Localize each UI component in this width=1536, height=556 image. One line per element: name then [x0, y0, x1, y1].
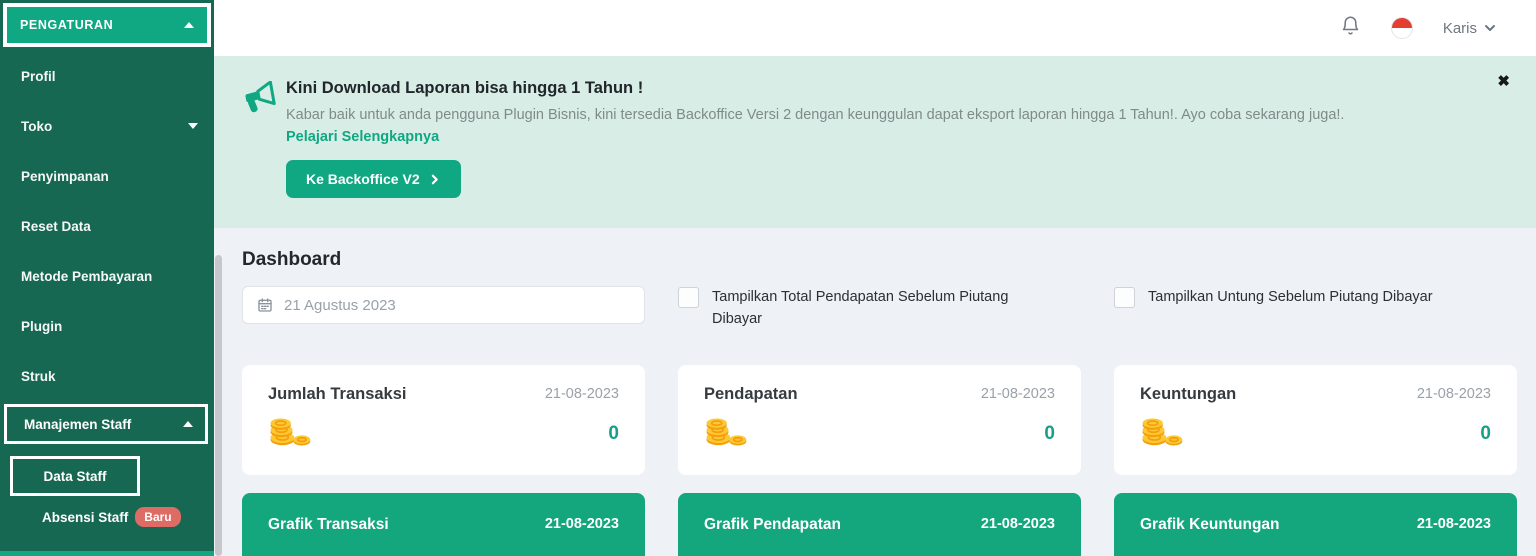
backoffice-v2-button[interactable]: Ke Backoffice V2 [286, 160, 461, 198]
checkbox-label: Tampilkan Total Pendapatan Sebelum Piuta… [712, 289, 1009, 328]
sidebar-item-absensi-staff[interactable]: Absensi Staff Baru [0, 507, 214, 527]
sidebar-item-struk[interactable]: Struk [0, 351, 214, 401]
sidebar-item-toko[interactable]: Toko [0, 101, 214, 151]
topbar: Karis [214, 0, 1536, 56]
learn-more-link[interactable]: Pelajari Selengkapnya [286, 129, 439, 145]
sidebar-item-label: Penyimpanan [21, 168, 109, 184]
checkbox-untung-box[interactable] [1114, 287, 1135, 308]
chart-date: 21-08-2023 [980, 515, 1055, 532]
sidebar-item-label: Metode Pembayaran [21, 268, 153, 284]
card-date: 21-08-2023 [1416, 386, 1491, 403]
coins-icon [704, 417, 748, 452]
new-badge: Baru [135, 507, 181, 527]
backoffice-v2-button-label: Ke Backoffice V2 [306, 171, 420, 187]
date-filter-input[interactable]: 21 Agustus 2023 [242, 286, 645, 324]
card-keuntungan: Keuntungan 21-08-2023 0 [1114, 364, 1517, 475]
sidebar-item-metode-pembayaran[interactable]: Metode Pembayaran [0, 251, 214, 301]
chart-title: Grafik Keuntungan [1140, 515, 1280, 533]
sidebar-item-reset-data[interactable]: Reset Data [0, 201, 214, 251]
sidebar-section-pengaturan[interactable]: PENGATURAN [3, 3, 211, 47]
sidebar-item-label: Reset Data [21, 218, 91, 234]
sidebar-item-label: Plugin [21, 318, 63, 334]
card-pendapatan: Pendapatan 21-08-2023 0 [678, 364, 1081, 475]
checkbox-total-pendapatan: Tampilkan Total Pendapatan Sebelum Piuta… [678, 286, 1081, 331]
chart-header-pendapatan: Grafik Pendapatan 21-08-2023 [678, 492, 1081, 556]
bell-icon[interactable] [1340, 15, 1361, 42]
sidebar-item-penyimpanan[interactable]: Penyimpanan [0, 151, 214, 201]
banner-text: Kabar baik untuk anda pengguna Plugin Bi… [286, 107, 1345, 123]
megaphone-icon [242, 80, 280, 120]
checkbox-label: Tampilkan Untung Sebelum Piutang Dibayar [1148, 289, 1433, 305]
chart-header-keuntungan: Grafik Keuntungan 21-08-2023 [1114, 492, 1517, 556]
dashboard-content: Dashboard 21 Agustus 2023 Tampilkan Tota… [214, 249, 1536, 556]
card-title: Pendapatan [704, 384, 798, 403]
caret-down-icon [188, 123, 198, 129]
checkbox-untung: Tampilkan Untung Sebelum Piutang Dibayar [1114, 286, 1517, 308]
card-date: 21-08-2023 [544, 386, 619, 403]
sidebar-section-label: PENGATURAN [20, 18, 114, 32]
sidebar-item-plugin[interactable]: Plugin [0, 301, 214, 351]
sidebar-nav: Profil Toko Penyimpanan Reset Data Metod… [0, 51, 214, 401]
announcement-banner: ✖ Kini Download Laporan bisa hingga 1 Ta… [214, 56, 1536, 228]
flag-indonesia-icon[interactable] [1390, 17, 1413, 39]
chevron-right-icon [431, 174, 438, 184]
user-name: Karis [1442, 19, 1477, 37]
coins-icon [1140, 417, 1184, 452]
chart-title: Grafik Pendapatan [704, 515, 841, 533]
sidebar-item-label: Struk [21, 368, 56, 384]
caret-up-icon [184, 22, 194, 28]
user-menu[interactable]: Karis [1443, 20, 1498, 37]
chart-date: 21-08-2023 [544, 515, 619, 532]
sidebar-item-label: Manajemen Staff [24, 416, 132, 432]
sidebar-item-manajemen-staff[interactable]: Manajemen Staff [4, 404, 208, 444]
card-title: Jumlah Transaksi [268, 384, 407, 403]
card-value: 0 [1480, 423, 1491, 445]
calendar-icon [258, 298, 272, 312]
sidebar-item-label: Data Staff [43, 468, 107, 484]
checkbox-total-pendapatan-box[interactable] [678, 287, 699, 308]
page-title: Dashboard [242, 249, 342, 270]
sidebar-item-label: Toko [21, 118, 53, 134]
coins-icon [268, 417, 312, 452]
banner-title: Kini Download Laporan bisa hingga 1 Tahu… [286, 79, 644, 97]
sidebar-scrollbar[interactable] [215, 255, 222, 556]
close-icon[interactable]: ✖ [1497, 72, 1510, 90]
card-value: 0 [608, 423, 619, 445]
sidebar-next-section-peek [0, 551, 214, 556]
main-area: Karis ✖ Kini Download Laporan bisa hingg… [214, 0, 1536, 556]
sidebar-item-data-staff[interactable]: Data Staff [10, 456, 140, 496]
chart-date: 21-08-2023 [1416, 515, 1491, 532]
chart-header-transaksi: Grafik Transaksi 21-08-2023 [242, 492, 645, 556]
card-value: 0 [1044, 423, 1055, 445]
caret-up-icon [183, 421, 193, 427]
chart-headers-row: Grafik Transaksi 21-08-2023 Grafik Penda… [242, 492, 1517, 556]
chevron-down-icon [1485, 25, 1495, 31]
sidebar: PENGATURAN Profil Toko Penyimpanan Reset… [0, 0, 214, 556]
sidebar-item-label: Absensi Staff [42, 509, 129, 525]
sidebar-item-label: Profil [21, 68, 56, 84]
filters-row: 21 Agustus 2023 Tampilkan Total Pendapat… [242, 286, 1517, 331]
date-filter-value: 21 Agustus 2023 [284, 296, 396, 314]
card-title: Keuntungan [1140, 384, 1237, 403]
stat-cards-row: Jumlah Transaksi 21-08-2023 0 Pendapatan… [242, 364, 1517, 475]
sidebar-item-profil[interactable]: Profil [0, 51, 214, 101]
chart-title: Grafik Transaksi [268, 515, 389, 533]
card-date: 21-08-2023 [980, 386, 1055, 403]
card-jumlah-transaksi: Jumlah Transaksi 21-08-2023 0 [242, 364, 645, 475]
